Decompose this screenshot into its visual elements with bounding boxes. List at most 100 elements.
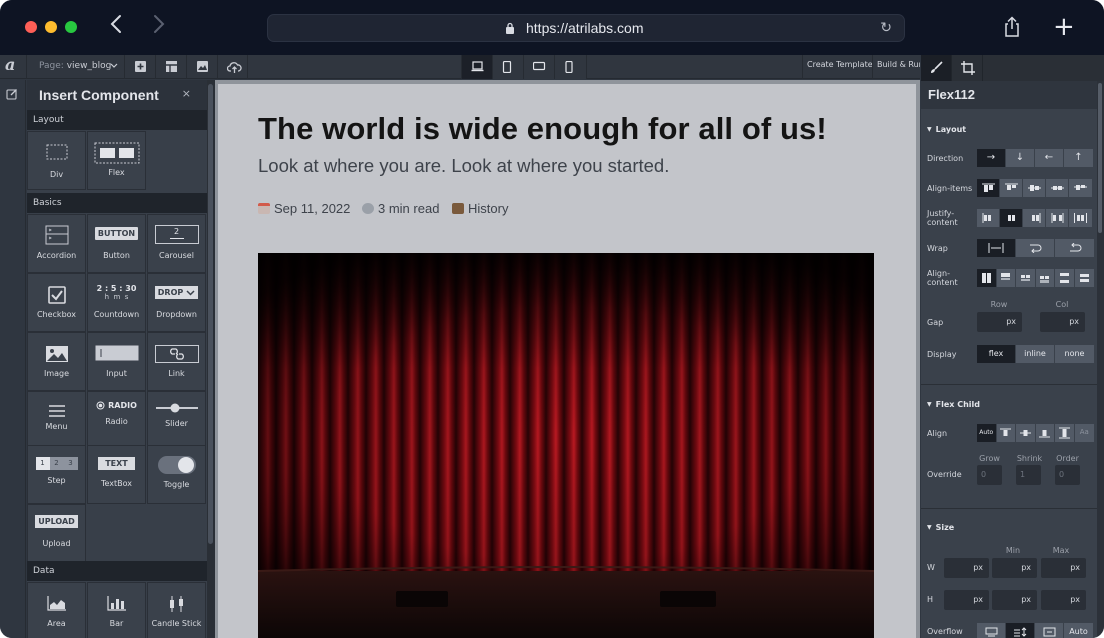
overflow-scroll-button[interactable] bbox=[1006, 623, 1035, 638]
new-tab-icon[interactable]: + bbox=[1053, 12, 1075, 42]
component-toggle[interactable]: Toggle bbox=[147, 445, 206, 504]
share-icon[interactable] bbox=[1003, 16, 1021, 38]
align-items-center-button[interactable] bbox=[1023, 179, 1046, 197]
mobile-view-button[interactable] bbox=[554, 55, 587, 79]
component-upload[interactable]: UPLOAD Upload bbox=[27, 504, 86, 563]
justify-center-button[interactable] bbox=[1000, 209, 1023, 227]
max-height-input[interactable]: px bbox=[1041, 590, 1086, 610]
cloud-deploy-button[interactable] bbox=[217, 55, 247, 79]
tablet-view-button[interactable] bbox=[492, 55, 523, 79]
align-self-center-button[interactable] bbox=[1016, 424, 1036, 442]
post-title[interactable]: The world is wide enough for all of us! bbox=[258, 111, 827, 147]
component-input[interactable]: Input bbox=[87, 332, 146, 391]
page-selector[interactable]: Page: view_blog bbox=[26, 55, 124, 79]
component-flex[interactable]: Flex bbox=[87, 131, 146, 190]
align-self-start-button[interactable] bbox=[996, 424, 1016, 442]
align-self-stretch-button[interactable] bbox=[1055, 424, 1075, 442]
align-content-start-button[interactable] bbox=[996, 269, 1016, 287]
post-subtitle[interactable]: Look at where you are. Look at where you… bbox=[258, 155, 669, 177]
insert-panel-scroll-thumb[interactable] bbox=[208, 84, 213, 544]
gap-col-input[interactable]: px bbox=[1040, 312, 1085, 332]
component-accordion[interactable]: Accordion bbox=[27, 214, 86, 273]
url-bar[interactable]: https://atrilabs.com ↻ bbox=[267, 14, 905, 42]
hero-image[interactable] bbox=[258, 253, 874, 638]
layout-section-header[interactable]: ▼ Layout bbox=[927, 125, 966, 134]
assets-button[interactable] bbox=[186, 55, 217, 79]
post-date[interactable]: Sep 11, 2022 bbox=[258, 201, 350, 216]
tab-layout[interactable] bbox=[952, 55, 983, 81]
align-items-end-button[interactable] bbox=[1000, 179, 1023, 197]
overflow-auto-button[interactable]: Auto bbox=[1064, 623, 1093, 638]
grow-input[interactable]: 0 bbox=[977, 465, 1002, 485]
properties-scrollbar[interactable] bbox=[1097, 81, 1104, 638]
align-self-auto-button[interactable]: Auto bbox=[977, 424, 997, 442]
create-template-button[interactable]: Create Template bbox=[802, 55, 873, 79]
overflow-visible-button[interactable] bbox=[977, 623, 1006, 638]
gap-row-input[interactable]: px bbox=[977, 312, 1022, 332]
component-slider[interactable]: Slider bbox=[147, 391, 206, 450]
build-run-button[interactable]: Build & Run bbox=[872, 55, 920, 79]
tab-style[interactable] bbox=[921, 55, 952, 81]
height-input[interactable]: px bbox=[944, 590, 989, 610]
wrap-button[interactable] bbox=[1016, 239, 1055, 257]
properties-scroll-thumb[interactable] bbox=[1098, 83, 1102, 233]
component-radio[interactable]: RADIO Radio bbox=[87, 391, 146, 450]
direction-column-reverse-button[interactable]: ↑ bbox=[1064, 149, 1093, 167]
templates-button[interactable] bbox=[155, 55, 186, 79]
align-content-center-button[interactable] bbox=[1016, 269, 1036, 287]
close-window-button[interactable] bbox=[25, 21, 37, 33]
display-none-button[interactable]: none bbox=[1055, 345, 1094, 363]
component-step[interactable]: 1 2 3 Step bbox=[27, 445, 86, 504]
nowrap-button[interactable] bbox=[977, 239, 1016, 257]
direction-row-button[interactable]: → bbox=[977, 149, 1006, 167]
post-read-time[interactable]: 3 min read bbox=[362, 201, 439, 216]
component-button[interactable]: BUTTON Button bbox=[87, 214, 146, 273]
display-flex-button[interactable]: flex bbox=[977, 345, 1016, 363]
component-div[interactable]: Div bbox=[27, 131, 86, 190]
minimize-window-button[interactable] bbox=[45, 21, 57, 33]
forward-arrow-icon[interactable] bbox=[148, 14, 170, 40]
order-input[interactable]: 0 bbox=[1055, 465, 1080, 485]
reload-icon[interactable]: ↻ bbox=[880, 20, 892, 36]
align-content-end-button[interactable] bbox=[1035, 269, 1055, 287]
wrap-reverse-button[interactable] bbox=[1055, 239, 1094, 257]
component-image[interactable]: Image bbox=[27, 332, 86, 391]
component-bar-chart[interactable]: Bar bbox=[87, 582, 146, 638]
component-area-chart[interactable]: Area bbox=[27, 582, 86, 638]
component-checkbox[interactable]: Checkbox bbox=[27, 273, 86, 332]
justify-end-button[interactable] bbox=[1023, 209, 1046, 227]
direction-column-button[interactable]: ↓ bbox=[1006, 149, 1035, 167]
align-items-start-button[interactable] bbox=[977, 179, 1000, 197]
component-candlestick-chart[interactable]: Candle Stick bbox=[147, 582, 206, 638]
direction-row-reverse-button[interactable]: ← bbox=[1035, 149, 1064, 167]
component-countdown[interactable]: 2 : 5 : 30 h m s Countdown bbox=[87, 273, 146, 332]
tablet-landscape-view-button[interactable] bbox=[523, 55, 554, 79]
add-page-button[interactable] bbox=[124, 55, 155, 79]
edit-square-icon[interactable] bbox=[6, 88, 18, 100]
max-width-input[interactable]: px bbox=[1041, 558, 1086, 578]
page-canvas[interactable]: The world is wide enough for all of us! … bbox=[218, 84, 916, 638]
align-items-stretch-button[interactable] bbox=[1046, 179, 1069, 197]
size-section-header[interactable]: ▼ Size bbox=[927, 523, 954, 532]
component-menu[interactable]: Menu bbox=[27, 391, 86, 450]
post-category[interactable]: History bbox=[452, 201, 508, 216]
min-width-input[interactable]: px bbox=[992, 558, 1037, 578]
justify-space-around-button[interactable] bbox=[1069, 209, 1092, 227]
component-dropdown[interactable]: DROP Dropdown bbox=[147, 273, 206, 332]
close-icon[interactable]: × bbox=[182, 87, 191, 100]
desktop-view-button[interactable] bbox=[461, 55, 492, 79]
align-content-stretch-button[interactable] bbox=[977, 269, 997, 287]
align-self-baseline-button[interactable]: Aa bbox=[1074, 424, 1094, 442]
shrink-input[interactable]: 1 bbox=[1016, 465, 1041, 485]
back-arrow-icon[interactable] bbox=[105, 14, 127, 40]
component-textbox[interactable]: TEXT TextBox bbox=[87, 445, 146, 504]
align-content-space-around-button[interactable] bbox=[1074, 269, 1094, 287]
align-items-baseline-button[interactable] bbox=[1069, 179, 1092, 197]
justify-space-between-button[interactable] bbox=[1046, 209, 1069, 227]
overflow-hidden-button[interactable] bbox=[1035, 623, 1064, 638]
component-link[interactable]: Link bbox=[147, 332, 206, 391]
flex-child-section-header[interactable]: ▼ Flex Child bbox=[927, 400, 980, 409]
align-content-space-between-button[interactable] bbox=[1055, 269, 1075, 287]
display-inline-button[interactable]: inline bbox=[1016, 345, 1055, 363]
min-height-input[interactable]: px bbox=[992, 590, 1037, 610]
